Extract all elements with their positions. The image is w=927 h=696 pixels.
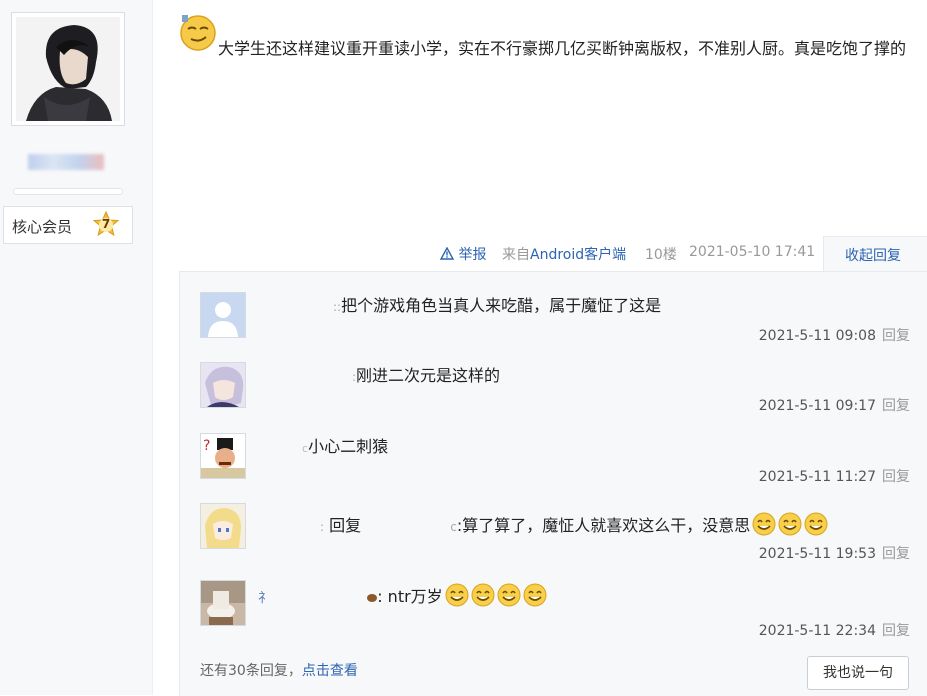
level-number: 7 [101, 217, 111, 231]
reply-avatar[interactable] [200, 292, 246, 338]
reply-time: 2021-5-11 11:27 [758, 469, 876, 485]
reply-time: 2021-5-11 22:34 [758, 623, 876, 639]
post-content: 大学生还这样建议重开重读小学，实在不行豪掷几亿买断钟离版权，不准别人厨。真是吃饱… [218, 39, 907, 58]
reply-author-head[interactable]: 礻 [258, 591, 271, 606]
view-more-link[interactable]: 点击查看 [302, 663, 358, 679]
reply-text: ::把个游戏角色当真人来吃醋，属于魔怔了这是 [333, 295, 661, 318]
reply-text: : 回复 c:算了算了，魔怔人就喜欢这么干，没意思 [320, 512, 828, 538]
smile-emoji-icon [471, 583, 495, 607]
reply-time: 2021-5-11 19:53 [758, 546, 876, 562]
source-client-link[interactable]: Android客户端 [530, 247, 626, 263]
user-sidebar: 核心会员 7 [0, 0, 153, 695]
reply-button[interactable]: 回复 [882, 546, 910, 562]
reply-text: 礻 : ntr万岁 [258, 583, 547, 610]
warning-icon [439, 246, 455, 260]
member-label: 核心会员 [12, 218, 73, 236]
member-badge-box[interactable]: 核心会员 7 [3, 206, 133, 244]
post-source: 来自Android客户端 [502, 244, 626, 264]
more-replies: 还有30条回复，点击查看 [200, 660, 358, 680]
collapse-replies-tab[interactable]: 收起回复 [823, 236, 927, 273]
reply-time: 2021-5-11 09:17 [758, 398, 876, 414]
reply-avatar[interactable] [200, 362, 246, 408]
smile-emoji-icon [497, 583, 521, 607]
svg-text:?: ? [203, 438, 210, 454]
reply-content: 把个游戏角色当真人来吃醋，属于魔怔了这是 [341, 296, 662, 315]
reply-footer: 2021-5-11 09:17 回复 [759, 395, 910, 415]
reply-avatar[interactable]: ? [200, 433, 246, 479]
exp-bar [13, 188, 123, 195]
smile-emoji-icon [778, 512, 802, 536]
reply-panel: ::把个游戏角色当真人来吃醋，属于魔怔了这是 2021-5-11 09:08 回复… [179, 271, 927, 696]
post-time: 2021-05-10 17:41 [689, 244, 816, 260]
smile-emoji-icon [523, 583, 547, 607]
reply-content: : ntr万岁 [377, 587, 443, 606]
reply-author-badge-icon [367, 593, 378, 602]
reply-to-word: 回复 [329, 516, 362, 535]
username-blurred[interactable] [28, 154, 104, 170]
reply-footer: 2021-5-11 19:53 回复 [759, 543, 910, 563]
reply-footer: 2021-5-11 22:34 回复 [759, 620, 910, 640]
reply-target-tail[interactable]: c [450, 520, 457, 534]
reply-button[interactable]: 回复 [882, 469, 910, 485]
reply-button[interactable]: 回复 [882, 623, 910, 639]
report-link[interactable]: 举报 [439, 244, 486, 264]
collapse-replies-label[interactable]: 收起回复 [845, 245, 901, 265]
floor-number: 10楼 [645, 247, 677, 263]
smile-emoji-icon [752, 512, 776, 536]
reply-content: 刚进二次元是这样的 [356, 366, 501, 385]
reply-content: :算了算了，魔怔人就喜欢这么干，没意思 [456, 516, 751, 535]
smile-emojis [443, 583, 547, 607]
reply-avatar[interactable] [200, 580, 246, 626]
user-avatar[interactable] [11, 12, 125, 126]
reply-button[interactable]: 回复 [882, 328, 910, 344]
reply-text: :刚进二次元是这样的 [352, 365, 500, 388]
reply-footer: 2021-5-11 11:27 回复 [759, 466, 910, 486]
smile-emoji-icon [445, 583, 469, 607]
source-prefix: 来自 [502, 247, 530, 263]
reply-content: 小心二刺猿 [308, 437, 389, 456]
report-label[interactable]: 举报 [458, 247, 486, 263]
more-replies-count: 还有30条回复， [200, 663, 302, 679]
reply-text: c小心二刺猿 [302, 436, 388, 460]
smile-emoji-icon [804, 512, 828, 536]
avatar-image [16, 17, 120, 121]
reply-button[interactable]: 回复 [882, 398, 910, 414]
smile-emojis [750, 512, 828, 536]
write-reply-button[interactable]: 我也说一句 [807, 656, 909, 690]
reply-author-tail[interactable]: : [320, 520, 324, 534]
reply-author-tail[interactable]: :: [333, 300, 341, 314]
reply-avatar[interactable] [200, 503, 246, 549]
reply-time: 2021-5-11 09:08 [758, 328, 876, 344]
level-star-icon: 7 [92, 210, 120, 239]
reply-footer: 2021-5-11 09:08 回复 [759, 325, 910, 345]
